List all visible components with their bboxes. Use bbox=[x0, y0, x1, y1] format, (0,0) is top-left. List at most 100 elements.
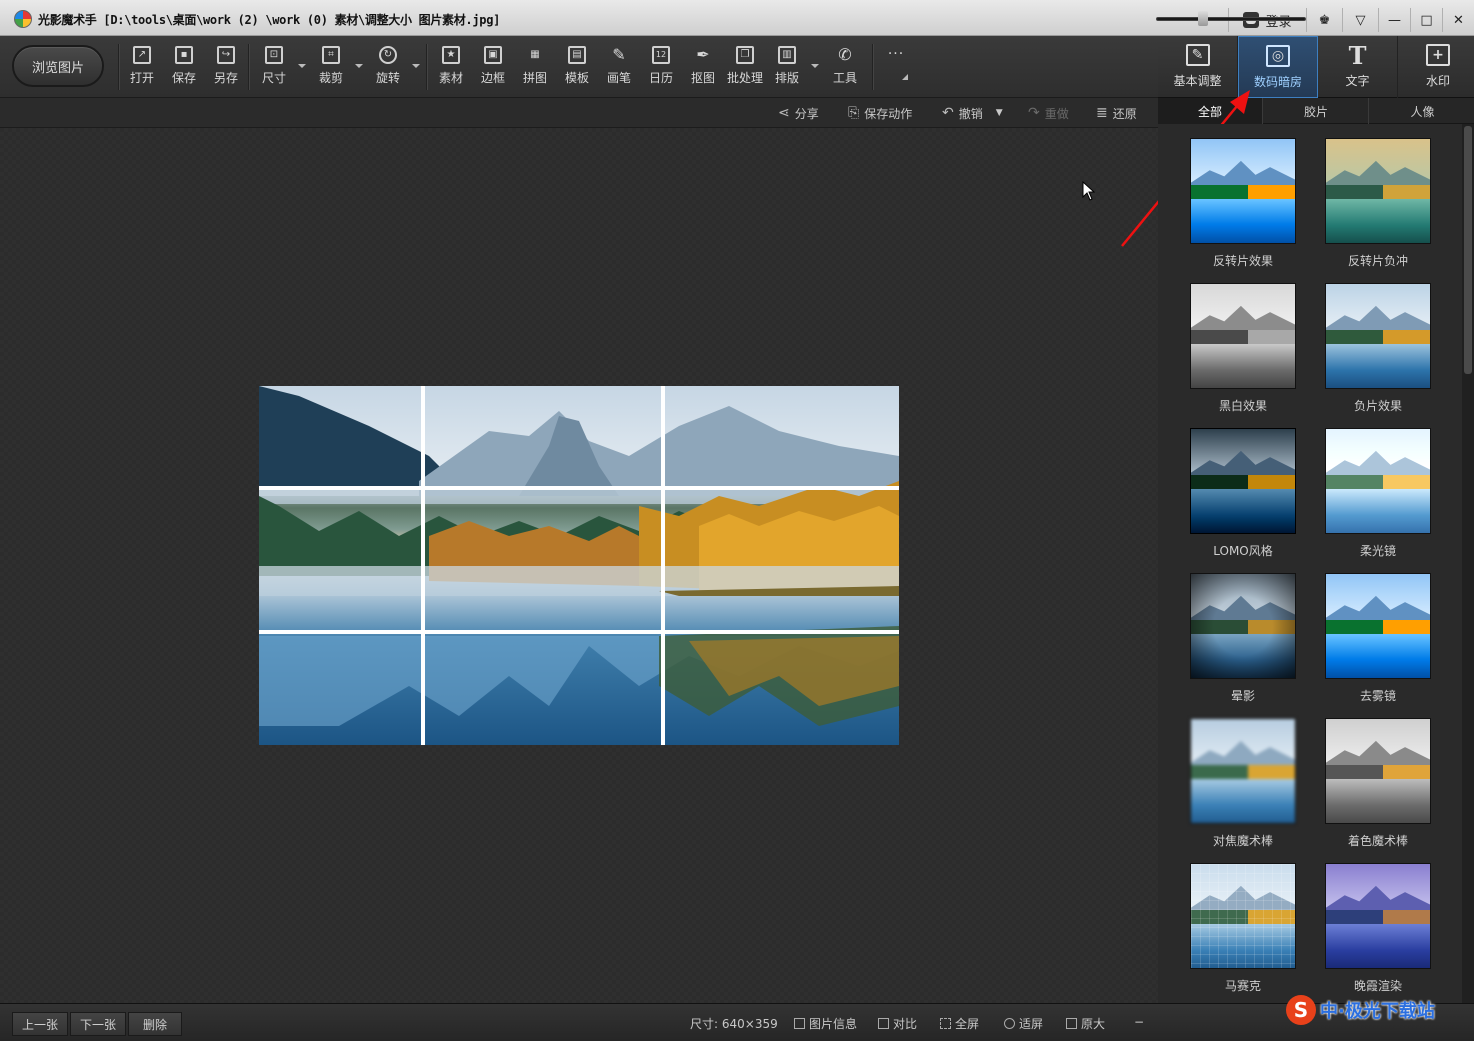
tool-open[interactable]: ↗ 打开 bbox=[122, 46, 162, 90]
tool-calendar[interactable]: 12 日历 bbox=[641, 46, 681, 90]
filter-item[interactable]: 去雾镜 bbox=[1324, 573, 1432, 713]
save-action-button[interactable]: ⎘ 保存动作 bbox=[848, 104, 912, 122]
zoom-out-button[interactable]: − bbox=[1134, 1015, 1144, 1029]
filter-thumbnail[interactable] bbox=[1190, 573, 1296, 679]
tool-brush[interactable]: ✎ 画笔 bbox=[599, 46, 639, 90]
crop-dropdown-icon[interactable] bbox=[355, 64, 363, 68]
tool-batch[interactable]: ❐ 批处理 bbox=[724, 46, 766, 90]
fullscreen-button[interactable]: 全屏 bbox=[940, 1015, 979, 1032]
delete-image-button[interactable]: 删除 bbox=[128, 1012, 182, 1036]
tool-label: 排版 bbox=[774, 71, 799, 85]
image-info-button[interactable]: 图片信息 bbox=[794, 1015, 857, 1032]
tab-label: 数码暗房 bbox=[1253, 75, 1302, 89]
tool-border[interactable]: ▣ 边框 bbox=[473, 46, 513, 90]
category-portrait[interactable]: 人像 bbox=[1370, 98, 1474, 124]
mouse-cursor-icon bbox=[1082, 181, 1096, 201]
tool-template[interactable]: ▤ 模板 bbox=[557, 46, 597, 90]
layout-dropdown-icon[interactable] bbox=[811, 64, 819, 68]
redo-button[interactable]: ↷ 重做 bbox=[1028, 104, 1069, 122]
menu-button[interactable]: ▽ bbox=[1342, 8, 1378, 32]
filter-item[interactable]: 晚霞渲染 bbox=[1324, 863, 1432, 1003]
tool-cutout[interactable]: ✒ 抠图 bbox=[683, 46, 723, 90]
tool-layout[interactable]: ▥ 排版 bbox=[767, 46, 807, 90]
close-button[interactable]: ✕ bbox=[1442, 8, 1474, 32]
filter-thumbnail[interactable] bbox=[1190, 138, 1296, 244]
filter-thumbnail[interactable] bbox=[1325, 428, 1431, 534]
save-as-icon: ↪ bbox=[217, 46, 235, 64]
tool-rotate[interactable]: ↻ 旋转 bbox=[368, 46, 408, 90]
border-icon: ▣ bbox=[484, 46, 502, 64]
minimize-button[interactable]: — bbox=[1378, 8, 1410, 32]
tool-save-as[interactable]: ↪ 另存 bbox=[206, 46, 246, 90]
tool-wrench[interactable]: ✆ 工具 bbox=[825, 46, 865, 90]
resize-dropdown-icon[interactable] bbox=[298, 64, 306, 68]
filter-item[interactable]: 反转片负冲 bbox=[1324, 138, 1432, 278]
fullscreen-label: 全屏 bbox=[955, 1017, 980, 1031]
tab-text[interactable]: T 文字 bbox=[1318, 36, 1398, 98]
tool-crop[interactable]: ⌗ 裁剪 bbox=[311, 46, 351, 90]
compare-button[interactable]: 对比 bbox=[878, 1015, 917, 1032]
filter-label: 对焦魔术棒 bbox=[1212, 834, 1273, 848]
filter-thumbnail[interactable] bbox=[1190, 718, 1296, 824]
tool-label: 边框 bbox=[480, 71, 505, 85]
filter-item[interactable]: 负片效果 bbox=[1324, 283, 1432, 423]
filter-thumbnail[interactable] bbox=[1190, 428, 1296, 534]
rotate-dropdown-icon[interactable] bbox=[412, 64, 420, 68]
filter-item[interactable]: 着色魔术棒 bbox=[1324, 718, 1432, 858]
scrollbar-thumb[interactable] bbox=[1464, 126, 1472, 374]
undo-button[interactable]: ↶ 撤销 ▼ bbox=[942, 104, 1003, 122]
filter-item[interactable]: LOMO风格 bbox=[1189, 428, 1297, 568]
share-button[interactable]: ⋖ 分享 bbox=[778, 104, 819, 122]
save-action-icon: ⎘ bbox=[848, 105, 860, 121]
filter-thumbnail[interactable] bbox=[1190, 283, 1296, 389]
filter-item[interactable]: 黑白效果 bbox=[1189, 283, 1297, 423]
tab-label: 水印 bbox=[1425, 74, 1450, 88]
next-image-button[interactable]: 下一张 bbox=[70, 1012, 126, 1036]
filter-thumbnail[interactable] bbox=[1325, 283, 1431, 389]
layout-icon: ▥ bbox=[778, 46, 796, 64]
image-canvas[interactable] bbox=[0, 128, 1158, 1003]
tab-watermark[interactable]: + 水印 bbox=[1398, 36, 1474, 98]
original-size-label: 原大 bbox=[1081, 1017, 1106, 1031]
filter-item[interactable]: 柔光镜 bbox=[1324, 428, 1432, 568]
zoom-slider[interactable] bbox=[1156, 17, 1306, 21]
rotate-icon: ↻ bbox=[379, 46, 397, 64]
browse-images-button[interactable]: 浏览图片 bbox=[12, 45, 104, 87]
filter-item[interactable]: 晕影 bbox=[1189, 573, 1297, 713]
tool-label: 裁剪 bbox=[318, 71, 343, 85]
filter-item[interactable]: 对焦魔术棒 bbox=[1189, 718, 1297, 858]
tool-label: 另存 bbox=[213, 71, 238, 85]
filter-item[interactable]: 反转片效果 bbox=[1189, 138, 1297, 278]
brush-icon: ✎ bbox=[612, 45, 626, 64]
edited-photo[interactable] bbox=[259, 386, 899, 745]
tool-save[interactable]: ▪ 保存 bbox=[164, 46, 204, 90]
category-film[interactable]: 胶片 bbox=[1264, 98, 1369, 124]
tool-collage[interactable]: ▦ 拼图 bbox=[515, 46, 555, 90]
grid-line bbox=[259, 630, 899, 634]
undo-dropdown-icon[interactable]: ▼ bbox=[996, 108, 1003, 118]
filter-thumbnail[interactable] bbox=[1325, 573, 1431, 679]
fullscreen-icon bbox=[940, 1018, 951, 1029]
maximize-icon: □ bbox=[1420, 12, 1433, 28]
filter-item[interactable]: 马赛克 bbox=[1189, 863, 1297, 1003]
redo-icon: ↷ bbox=[1028, 105, 1040, 121]
tool-resize[interactable]: ⊡ 尺寸 bbox=[254, 46, 294, 90]
filter-thumbnail[interactable] bbox=[1325, 138, 1431, 244]
zoom-slider-handle[interactable] bbox=[1198, 11, 1208, 26]
skin-button[interactable]: ♚ bbox=[1306, 8, 1342, 32]
maximize-button[interactable]: □ bbox=[1410, 8, 1442, 32]
undo-label: 撤销 bbox=[958, 106, 983, 121]
original-size-button[interactable]: 原大 bbox=[1066, 1015, 1105, 1032]
filter-thumbnail[interactable] bbox=[1325, 863, 1431, 969]
fit-screen-button[interactable]: 适屏 bbox=[1004, 1015, 1043, 1032]
filter-thumbnail[interactable] bbox=[1325, 718, 1431, 824]
open-icon: ↗ bbox=[133, 46, 151, 64]
prev-image-button[interactable]: 上一张 bbox=[12, 1012, 68, 1036]
undo-icon: ↶ bbox=[942, 105, 954, 121]
filter-thumbnail[interactable] bbox=[1190, 863, 1296, 969]
tool-label: 尺寸 bbox=[261, 71, 286, 85]
filter-scrollbar[interactable] bbox=[1462, 124, 1474, 1003]
more-tools-button[interactable]: ··· bbox=[876, 46, 916, 90]
template-icon: ▤ bbox=[568, 46, 586, 64]
tool-material[interactable]: ★ 素材 bbox=[431, 46, 471, 90]
